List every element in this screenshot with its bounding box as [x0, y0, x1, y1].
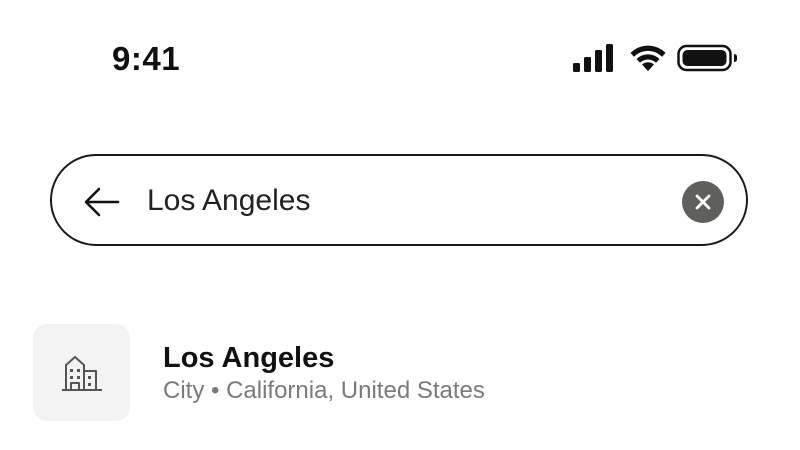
battery-icon	[677, 44, 737, 72]
status-time: 9:41	[112, 40, 181, 77]
building-icon	[62, 356, 102, 391]
result-title: Los Angeles	[163, 342, 335, 374]
result-subtitle: City • California, United States	[163, 377, 485, 404]
close-icon	[695, 194, 711, 210]
search-bar	[50, 154, 748, 246]
clear-button[interactable]	[682, 181, 724, 223]
search-result-item[interactable]: Los Angeles City • California, United St…	[33, 324, 753, 422]
status-icons	[573, 44, 738, 76]
result-thumbnail	[33, 324, 130, 421]
signal-icon	[573, 44, 613, 72]
wifi-icon	[630, 45, 666, 71]
status-bar: 9:41	[0, 0, 800, 110]
search-input[interactable]	[147, 176, 647, 226]
arrow-left-icon	[84, 187, 120, 217]
back-button[interactable]	[82, 185, 122, 219]
